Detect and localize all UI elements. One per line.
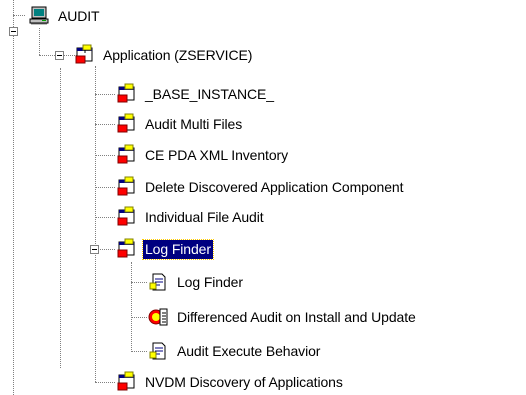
tree-line-root	[13, 0, 14, 395]
tree-line	[95, 217, 115, 218]
node-label: _BASE_INSTANCE_	[145, 85, 274, 102]
tree-node-item[interactable]: Individual File Audit	[115, 206, 266, 228]
node-label: Audit Execute Behavior	[177, 342, 321, 359]
computer-icon	[28, 5, 52, 27]
tree-node-item[interactable]: CE PDA XML Inventory	[115, 144, 290, 166]
node-label: Individual File Audit	[145, 208, 264, 225]
node-label: AUDIT	[58, 7, 100, 24]
tree-line	[95, 155, 115, 156]
tree-line	[95, 382, 115, 383]
tree-node-log-finder[interactable]: Log Finder	[115, 238, 214, 260]
audit-document-icon	[147, 306, 171, 328]
application-package-icon	[115, 371, 139, 393]
collapse-application-button[interactable]	[55, 51, 64, 60]
tree-line	[13, 15, 25, 16]
tree-line-app	[60, 68, 61, 368]
application-package-icon	[115, 206, 139, 228]
tree-node-child[interactable]: Audit Execute Behavior	[147, 340, 322, 362]
node-label: Differenced Audit on Install and Update	[177, 308, 416, 325]
node-label: Log Finder	[177, 273, 243, 290]
document-script-icon	[147, 340, 171, 362]
tree-line	[95, 94, 115, 95]
application-package-icon	[73, 44, 97, 66]
application-package-icon	[115, 113, 139, 135]
tree-node-child[interactable]: Differenced Audit on Install and Update	[147, 306, 418, 328]
tree-line	[131, 262, 132, 352]
document-script-icon	[147, 271, 171, 293]
tree-line	[95, 124, 115, 125]
application-package-icon	[115, 176, 139, 198]
node-label: Application (ZSERVICE)	[103, 46, 253, 63]
tree-node-application[interactable]: Application (ZSERVICE)	[73, 44, 254, 66]
node-label: Delete Discovered Application Component	[145, 178, 404, 195]
tree-node-item[interactable]: Delete Discovered Application Component	[115, 176, 405, 198]
tree-node-item[interactable]: Audit Multi Files	[115, 113, 244, 135]
node-label: CE PDA XML Inventory	[145, 146, 288, 163]
application-package-icon	[115, 238, 139, 260]
tree-line	[95, 187, 115, 188]
tree-line	[131, 282, 147, 283]
tree-node-item[interactable]: NVDM Discovery of Applications	[115, 371, 345, 393]
application-package-icon	[115, 144, 139, 166]
tree-node-item[interactable]: _BASE_INSTANCE_	[115, 83, 276, 105]
application-package-icon	[115, 83, 139, 105]
tree-line	[131, 317, 147, 318]
node-label: Audit Multi Files	[145, 115, 243, 132]
collapse-root-button[interactable]	[9, 27, 18, 36]
node-label: NVDM Discovery of Applications	[145, 373, 343, 390]
tree-node-child[interactable]: Log Finder	[147, 271, 245, 293]
collapse-log-finder-button[interactable]	[90, 245, 99, 254]
tree-view[interactable]: AUDIT Application (ZSERVICE) _BASE_INSTA…	[0, 0, 526, 395]
tree-line	[95, 66, 96, 382]
tree-node-audit[interactable]: AUDIT	[28, 5, 102, 27]
node-label-selected: Log Finder	[142, 238, 214, 260]
tree-line	[131, 351, 147, 352]
tree-line	[39, 28, 40, 55]
